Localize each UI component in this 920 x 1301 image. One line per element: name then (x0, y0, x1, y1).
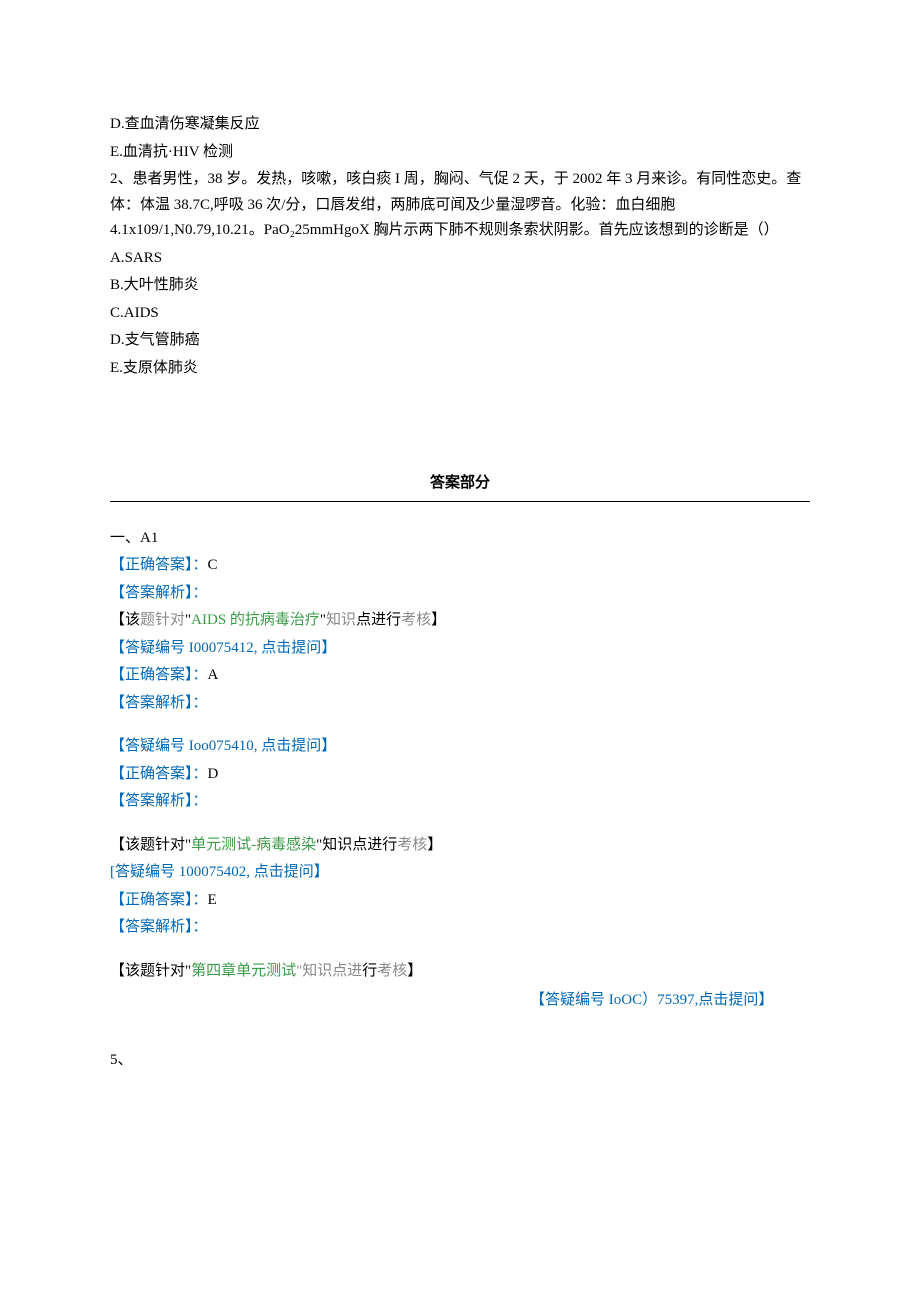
topic-suffix: 】 (407, 963, 422, 979)
answer-analysis-label: 【答案解析】： (110, 915, 810, 941)
label-correct: 【正确答案】： (110, 766, 208, 782)
q2-option-d: D.支气管肺癌 (110, 328, 810, 354)
answer-topic: 【该题针对"第四章单元测试"知识点进行考核】 (110, 959, 810, 985)
q2-option-e: E.支原体肺炎 (110, 356, 810, 382)
q1-option-d: D.查血清伤寒凝集反应 (110, 112, 810, 138)
answer-heading-a1: 一、A1 (110, 526, 810, 552)
topic-mid: 点进行 (356, 612, 401, 628)
topic-gray3: 考核 (397, 837, 427, 853)
q2-option-a: A.SARS (110, 246, 810, 272)
answer-faq-link[interactable]: 【答疑编号 Ioo075410, 点击提问】 (110, 734, 810, 760)
faq-text: 答疑编号 100075402, 点击提问 (115, 864, 314, 880)
topic-gray-mid: "知识点进 (296, 963, 362, 979)
label-correct: 【正确答案】： (110, 892, 208, 908)
topic-gray3: 考核 (401, 612, 431, 628)
topic-gray2: 知识 (326, 612, 356, 628)
answer-correct: 【正确答案】：E (110, 888, 810, 914)
answer-faq-link[interactable]: [答疑编号 100075402, 点击提问】 (110, 860, 810, 886)
topic-suffix: 】 (427, 837, 442, 853)
topic-prefix: 【该题针对" (110, 837, 191, 853)
q2-option-c: C.AIDS (110, 301, 810, 327)
topic-mid: "知识点进行 (316, 837, 397, 853)
answer-correct: 【正确答案】：C (110, 553, 810, 579)
value-correct: A (208, 667, 219, 683)
answer-analysis-label: 【答案解析】： (110, 789, 810, 815)
q1-option-e: E.血清抗·HIV 检测 (110, 140, 810, 166)
topic-suffix: 】 (431, 612, 446, 628)
topic-black-mid: 行 (362, 963, 377, 979)
label-correct: 【正确答案】： (110, 557, 208, 573)
value-correct: D (208, 766, 219, 782)
answer-analysis-label: 【答案解析】： (110, 691, 810, 717)
q2-stem: 2、患者男性，38 岁。发热，咳嗽，咳白痰 I 周，胸闷、气促 2 天，于 20… (110, 167, 810, 244)
topic-prefix: 【该 (110, 612, 140, 628)
answer-section-title: 答案部分 (430, 475, 490, 491)
value-correct: C (208, 557, 218, 573)
topic-gray: 题针对 (140, 612, 185, 628)
faq-close: 】 (314, 864, 329, 880)
answer-faq-link[interactable]: 【答疑编号 IoOC）75397,点击提问】 (530, 988, 810, 1014)
topic-gray3: 考核 (377, 963, 407, 979)
answer-correct: 【正确答案】：D (110, 762, 810, 788)
topic-prefix: 【该题针对" (110, 963, 191, 979)
answer-correct: 【正确答案】：A (110, 663, 810, 689)
topic-green: 单元测试-病毒感染 (191, 837, 316, 853)
topic-green: 第四章单元测试 (191, 963, 296, 979)
answer-topic: 【该题针对"AIDS 的抗病毒治疗"知识点进行考核】 (110, 608, 810, 634)
label-correct: 【正确答案】： (110, 667, 208, 683)
value-correct: E (208, 892, 217, 908)
q5-label: 5、 (110, 1048, 810, 1074)
answer-analysis-label: 【答案解析】： (110, 581, 810, 607)
topic-green: AIDS 的抗病毒治疗 (191, 612, 320, 628)
answer-topic: 【该题针对"单元测试-病毒感染"知识点进行考核】 (110, 833, 810, 859)
answer-faq-link[interactable]: 【答疑编号 I00075412, 点击提问】 (110, 636, 810, 662)
q2-option-b: B.大叶性肺炎 (110, 273, 810, 299)
divider (110, 501, 810, 502)
